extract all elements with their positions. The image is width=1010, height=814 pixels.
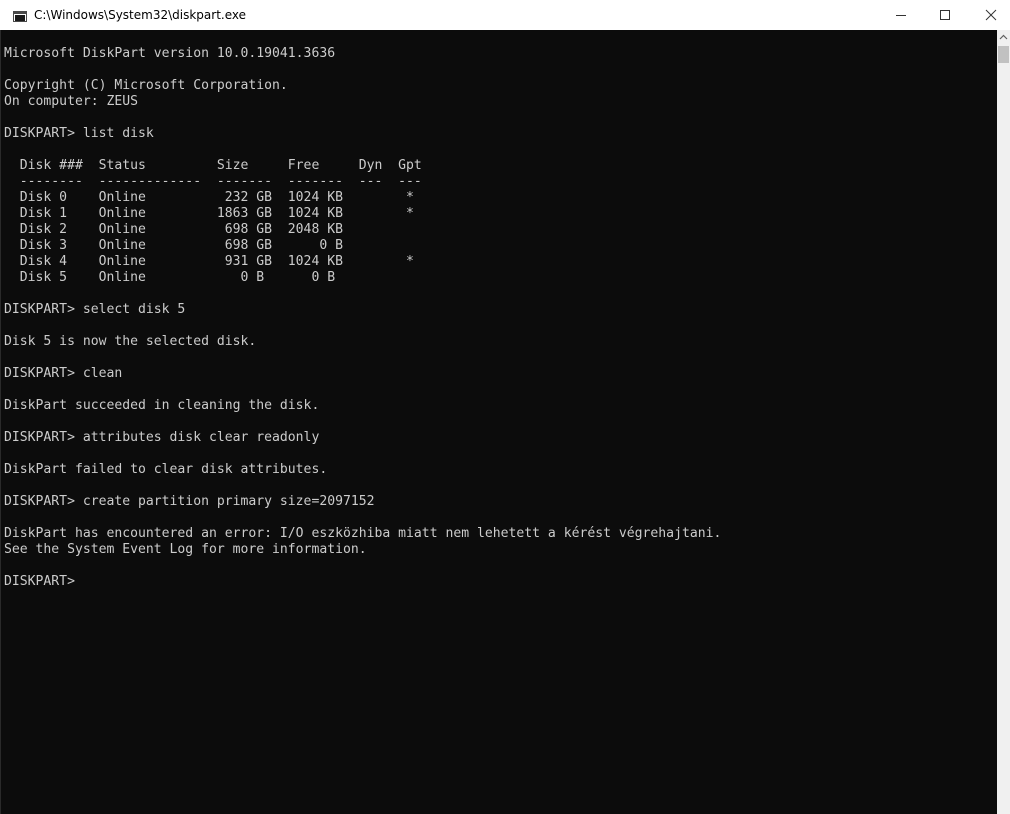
console-line: Copyright (C) Microsoft Corporation. — [4, 78, 288, 93]
console-line: DiskPart succeeded in cleaning the disk. — [4, 398, 320, 413]
prompt-line: DISKPART> select disk 5 — [4, 302, 186, 317]
console-window-icon[interactable] — [13, 9, 27, 22]
scroll-up-button[interactable] — [997, 30, 1010, 44]
scrollbar-thumb[interactable] — [998, 46, 1009, 63]
console-line: DiskPart failed to clear disk attributes… — [4, 462, 328, 477]
chevron-up-icon — [999, 34, 1008, 40]
minimize-button[interactable] — [878, 0, 924, 30]
maximize-button[interactable] — [922, 0, 968, 30]
console-line: On computer: ZEUS — [4, 94, 139, 109]
console-line: Disk 3 Online 698 GB 0 B — [4, 238, 343, 253]
close-icon — [985, 9, 997, 21]
title-bar[interactable]: C:\Windows\System32\diskpart.exe — [0, 0, 1010, 30]
vertical-scrollbar[interactable] — [997, 30, 1010, 814]
console-line: Disk 5 Online 0 B 0 B — [4, 270, 336, 285]
console-line: DiskPart has encountered an error: I/O e… — [4, 526, 722, 541]
console-line: -------- ------------- ------- ------- -… — [4, 174, 422, 189]
close-button[interactable] — [968, 0, 1010, 30]
console-line: Disk 4 Online 931 GB 1024 KB * — [4, 254, 414, 269]
console-window: C:\Windows\System32\diskpart.exe Microso… — [0, 0, 1010, 814]
prompt-line: DISKPART> create partition primary size=… — [4, 494, 375, 509]
maximize-icon — [940, 10, 950, 20]
console-line: See the System Event Log for more inform… — [4, 542, 367, 557]
window-title: C:\Windows\System32\diskpart.exe — [34, 8, 246, 22]
console-line: Disk 5 is now the selected disk. — [4, 334, 257, 349]
console-line: Microsoft DiskPart version 10.0.19041.36… — [4, 46, 336, 61]
minimize-icon — [896, 15, 906, 16]
window-border — [0, 30, 1, 814]
console-line: Disk 2 Online 698 GB 2048 KB — [4, 222, 343, 237]
prompt-line: DISKPART> list disk — [4, 126, 154, 141]
prompt-line: DISKPART> attributes disk clear readonly — [4, 430, 320, 445]
console-line: Disk 1 Online 1863 GB 1024 KB * — [4, 206, 414, 221]
console-line: Disk ### Status Size Free Dyn Gpt — [4, 158, 422, 173]
prompt-line: DISKPART> — [4, 574, 75, 589]
console-output[interactable]: Microsoft DiskPart version 10.0.19041.36… — [0, 30, 997, 814]
console-line: Disk 0 Online 232 GB 1024 KB * — [4, 190, 414, 205]
prompt-line: DISKPART> clean — [4, 366, 123, 381]
